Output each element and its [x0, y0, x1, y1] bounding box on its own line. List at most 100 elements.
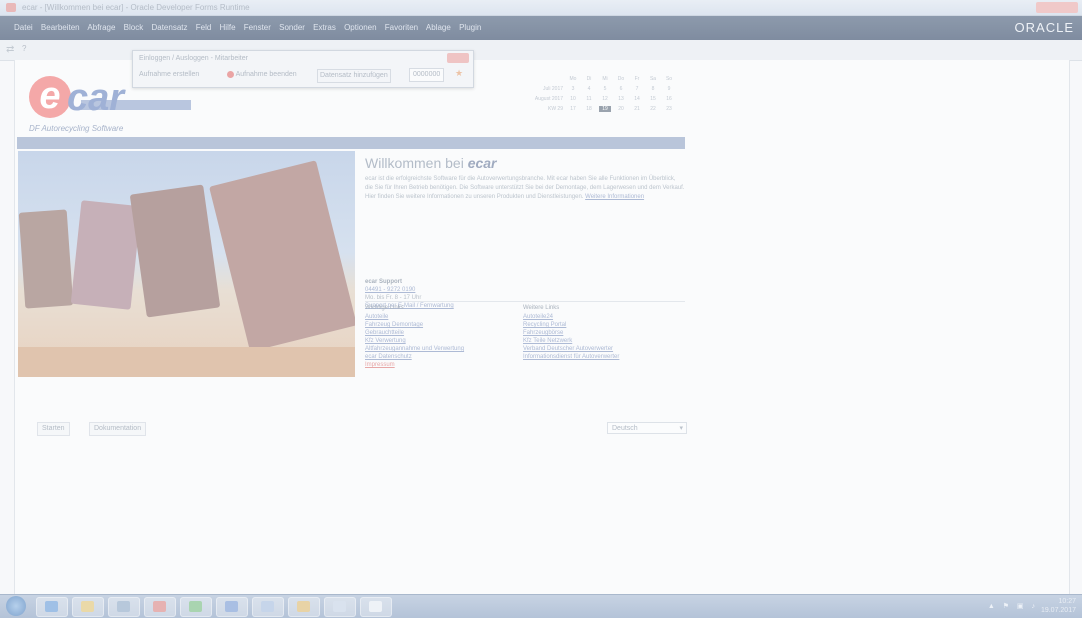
- link-item[interactable]: Verband Deutscher Autoverwerter: [523, 345, 673, 353]
- link-item[interactable]: Fahrzeug Demontage: [365, 321, 515, 329]
- calendar-day[interactable]: 6: [615, 86, 627, 92]
- taskbar-app-ie[interactable]: [36, 597, 68, 617]
- taskbar-app[interactable]: [324, 597, 356, 617]
- calendar-day[interactable]: 8: [647, 86, 659, 92]
- support-title: ecar Support: [365, 279, 403, 285]
- menu-item[interactable]: Favoriten: [385, 23, 418, 32]
- calendar-day[interactable]: 21: [631, 106, 643, 112]
- record-icon: [227, 70, 234, 78]
- window-controls[interactable]: [1036, 2, 1078, 13]
- calendar-day[interactable]: 4: [583, 86, 595, 92]
- menu-item[interactable]: Optionen: [344, 23, 376, 32]
- calendar-day[interactable]: 17: [567, 106, 579, 112]
- menu-item[interactable]: Hilfe: [220, 23, 236, 32]
- help-button[interactable]: ?: [22, 44, 26, 53]
- menu-bar: Datei Bearbeiten Abfrage Block Datensatz…: [0, 16, 1082, 40]
- calendar-day[interactable]: 23: [663, 106, 675, 112]
- calendar-row-label[interactable]: August 2017: [529, 96, 563, 102]
- link-item[interactable]: Gebrauchtteile: [365, 329, 515, 337]
- menu-item[interactable]: Plugin: [459, 23, 481, 32]
- add-record-button[interactable]: Datensatz hinzufügen: [317, 69, 391, 83]
- calendar-day[interactable]: 7: [631, 86, 643, 92]
- app-icon: [117, 601, 130, 612]
- menu-item[interactable]: Ablage: [426, 23, 451, 32]
- weekday: Mi: [602, 76, 608, 82]
- important-links: Wichtige Links Autoteile Fahrzeug Demont…: [365, 304, 515, 369]
- app-icon: [297, 601, 310, 612]
- nav-arrow-icon[interactable]: ⇄: [6, 44, 14, 55]
- cadillac-ranch-photo: [18, 151, 355, 377]
- taskbar-app[interactable]: [108, 597, 140, 617]
- weekday: Do: [617, 76, 625, 82]
- record-stop-button[interactable]: Aufnahme beenden: [227, 69, 297, 81]
- calendar-day[interactable]: 10: [567, 96, 579, 102]
- calendar-day[interactable]: 14: [631, 96, 643, 102]
- weekday: So: [665, 76, 673, 82]
- documentation-button[interactable]: Dokumentation: [89, 422, 147, 436]
- link-item[interactable]: Autoteile: [365, 313, 515, 321]
- calendar: Mo Di Mi Do Fr Sa So Juli 2017 3 4 5 6 7…: [529, 76, 689, 124]
- calendar-day[interactable]: 22: [647, 106, 659, 112]
- support-phone[interactable]: 04491 - 9272 0190: [365, 286, 665, 294]
- menu-item[interactable]: Extras: [313, 23, 336, 32]
- link-item[interactable]: Fahrzeugbörse: [523, 329, 673, 337]
- window-title: ecar - [Willkommen bei ecar] - Oracle De…: [22, 3, 250, 12]
- close-icon[interactable]: [447, 53, 469, 63]
- header-divider-bar: [17, 137, 685, 149]
- system-tray-icons[interactable]: ▲ ⚑ ▣ ♪: [988, 602, 1038, 610]
- record-start-button[interactable]: Aufnahme erstellen: [139, 69, 199, 81]
- taskbar-app-excel[interactable]: [180, 597, 212, 617]
- calendar-row: 17 18 19 20 21 22 23: [567, 106, 675, 112]
- taskbar-app-forms[interactable]: [360, 597, 392, 617]
- record-number-field[interactable]: 0000000: [409, 68, 445, 82]
- more-info-link[interactable]: Weitere Informationen: [585, 194, 644, 200]
- calendar-day[interactable]: 15: [647, 96, 659, 102]
- menu-item[interactable]: Feld: [196, 23, 212, 32]
- link-item[interactable]: Autoteile24: [523, 313, 673, 321]
- menu-item[interactable]: Datei: [14, 23, 33, 32]
- taskbar-app-word[interactable]: [216, 597, 248, 617]
- star-icon[interactable]: ★: [455, 68, 463, 79]
- start-button[interactable]: Starten: [37, 422, 70, 436]
- logo-subtitle: DF Autorecycling Software: [29, 124, 124, 133]
- document-icon: [225, 601, 238, 612]
- taskbar-app-explorer[interactable]: [72, 597, 104, 617]
- calendar-day[interactable]: 18: [583, 106, 595, 112]
- links-title: Weitere Links: [523, 305, 560, 311]
- calendar-row-label[interactable]: KW 29: [529, 106, 563, 112]
- welcome-heading-prefix: Willkommen bei: [365, 155, 464, 171]
- menu-item[interactable]: Fenster: [244, 23, 271, 32]
- link-item[interactable]: Altfahrzeugannahme und Verwertung: [365, 345, 515, 353]
- link-item[interactable]: Kfz Verwertung: [365, 337, 515, 345]
- link-item[interactable]: Kfz Teile Netzwerk: [523, 337, 673, 345]
- calendar-day[interactable]: 5: [599, 86, 611, 92]
- link-item[interactable]: Impressum: [365, 361, 515, 369]
- calendar-day[interactable]: 12: [599, 96, 611, 102]
- weekday: Mo: [569, 76, 577, 82]
- menu-item[interactable]: Datensatz: [151, 23, 187, 32]
- calendar-row-label[interactable]: Juli 2017: [529, 86, 563, 92]
- link-item[interactable]: ecar Datenschutz: [365, 353, 515, 361]
- calendar-day[interactable]: 20: [615, 106, 627, 112]
- taskbar-app[interactable]: [288, 597, 320, 617]
- calendar-day-today[interactable]: 19: [599, 106, 611, 112]
- floating-toolbar-row: Aufnahme erstellen Aufnahme beenden Date…: [139, 67, 465, 83]
- link-item[interactable]: Recycling Portal: [523, 321, 673, 329]
- calendar-day[interactable]: 3: [567, 86, 579, 92]
- system-clock[interactable]: 10:27 19.07.2017: [1041, 597, 1076, 615]
- start-button[interactable]: [6, 596, 26, 616]
- calendar-day[interactable]: 16: [663, 96, 675, 102]
- calendar-day[interactable]: 13: [615, 96, 627, 102]
- link-item[interactable]: Informationsdienst für Autoverwerter: [523, 353, 673, 361]
- taskbar-app[interactable]: [252, 597, 284, 617]
- menu-item[interactable]: Block: [124, 23, 144, 32]
- menu-item[interactable]: Sonder: [279, 23, 305, 32]
- menu-item[interactable]: Bearbeiten: [41, 23, 80, 32]
- calendar-day[interactable]: 11: [583, 96, 595, 102]
- calendar-day[interactable]: 9: [663, 86, 675, 92]
- language-select[interactable]: Deutsch ▾: [607, 422, 687, 434]
- menu-item[interactable]: Abfrage: [87, 23, 115, 32]
- clock-time: 10:27: [1058, 598, 1076, 605]
- taskbar-app[interactable]: [144, 597, 176, 617]
- welcome-heading: Willkommen bei ecar: [365, 155, 685, 171]
